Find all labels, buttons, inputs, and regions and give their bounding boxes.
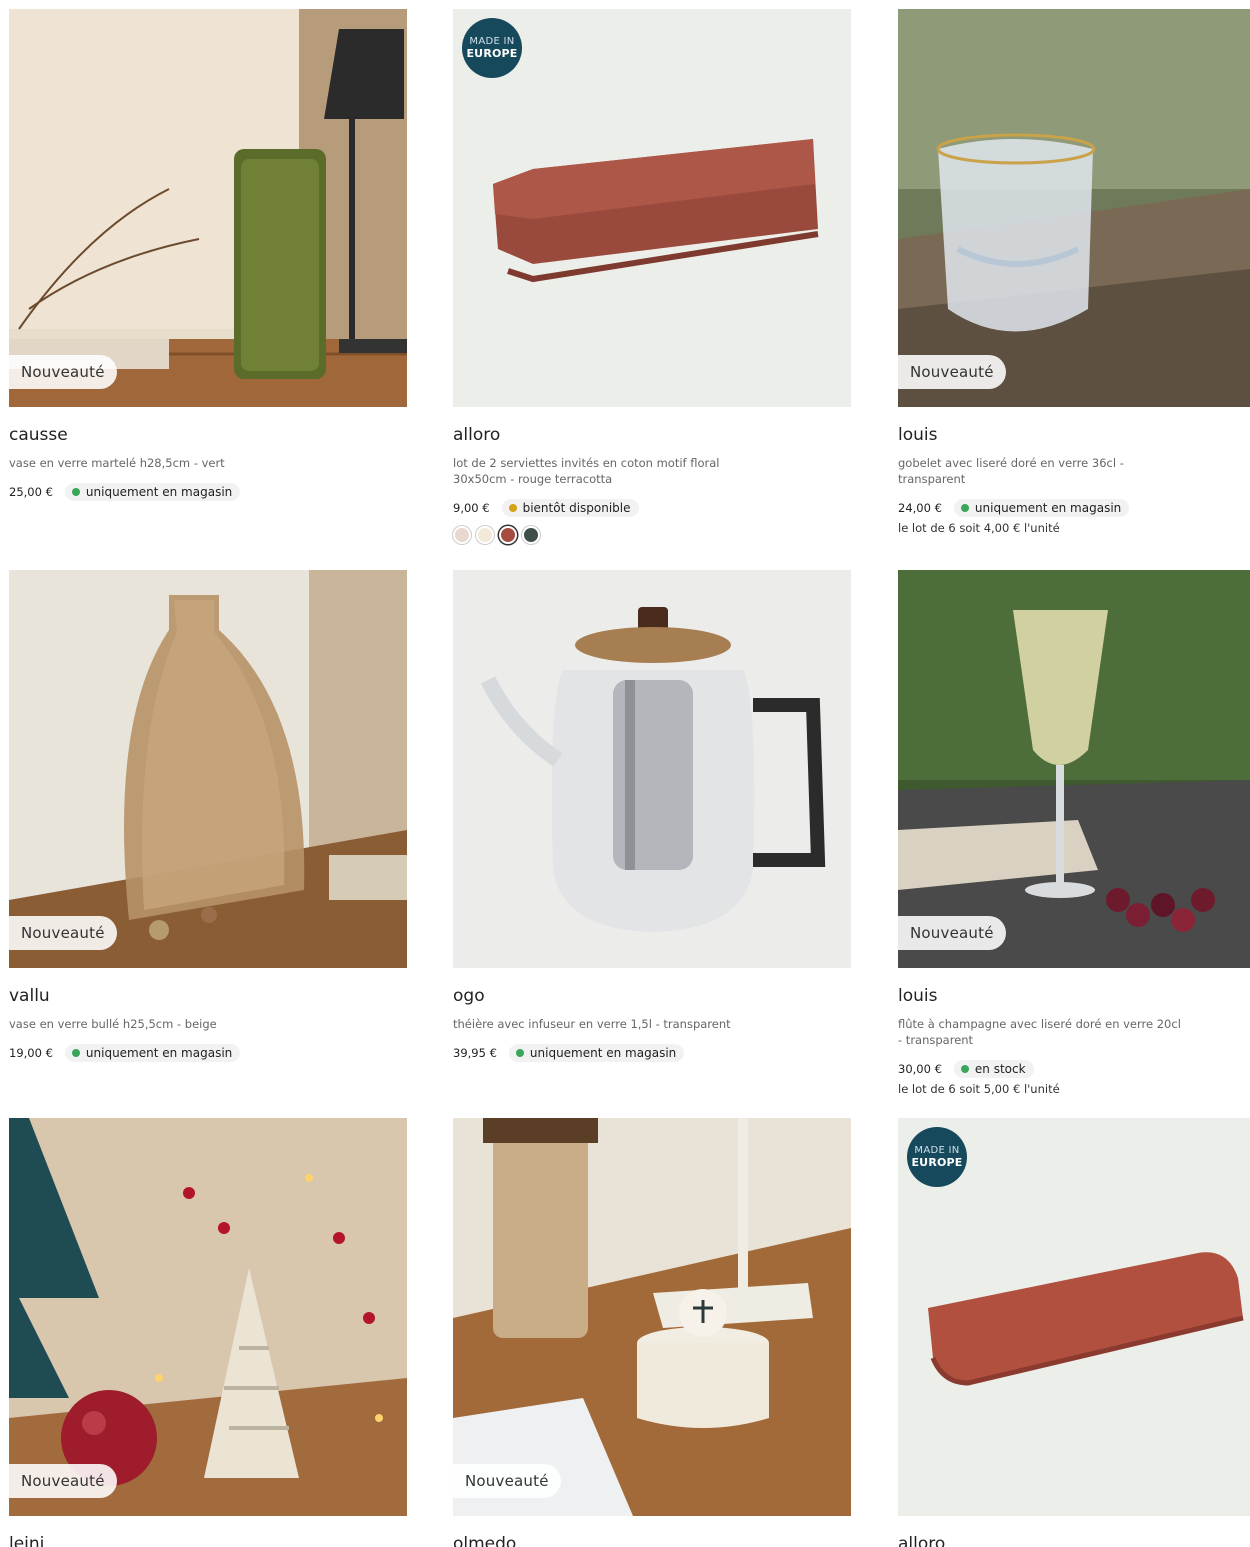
product-card-ogo[interactable]: ogo théière avec infuseur en verre 1,5l … bbox=[453, 570, 851, 1062]
product-grid: Nouveauté causse vase en verre martelé h… bbox=[0, 0, 1250, 1547]
availability-badge: uniquement en magasin bbox=[64, 1044, 241, 1062]
product-card-vallu[interactable]: Nouveauté vallu vase en verre bullé h25,… bbox=[9, 570, 407, 1062]
unit-price-note: le lot de 6 soit 4,00 € l'unité bbox=[898, 521, 1060, 535]
made-in-europe-badge: MADE IN EUROPE bbox=[907, 1127, 967, 1187]
new-badge: Nouveauté bbox=[9, 355, 117, 389]
product-card-leini[interactable]: Nouveauté leini bbox=[9, 1118, 407, 1547]
product-image[interactable]: Nouveauté bbox=[9, 570, 407, 968]
product-price: 24,00 € bbox=[898, 501, 942, 515]
availability-badge: bientôt disponible bbox=[501, 499, 639, 517]
product-description: flûte à champagne avec liseré doré en ve… bbox=[898, 1017, 1181, 1047]
new-badge: Nouveauté bbox=[9, 916, 117, 950]
availability-label: bientôt disponible bbox=[522, 501, 631, 515]
product-image[interactable]: MADE IN EUROPE bbox=[898, 1118, 1250, 1516]
product-image[interactable]: Nouveauté bbox=[9, 1118, 407, 1516]
price-row: 30,00 € en stock bbox=[898, 1060, 1250, 1078]
product-name[interactable]: louis bbox=[898, 425, 1250, 445]
new-badge: Nouveauté bbox=[453, 1464, 561, 1498]
champagne-flute-photo bbox=[898, 570, 1250, 968]
product-image[interactable]: Nouveauté bbox=[9, 9, 407, 407]
product-image[interactable]: MADE IN EUROPE bbox=[453, 9, 851, 407]
product-image[interactable] bbox=[453, 570, 851, 968]
product-name[interactable]: alloro bbox=[453, 425, 851, 445]
made-in-europe-badge: MADE IN EUROPE bbox=[462, 18, 522, 78]
product-card-alloro[interactable]: MADE IN EUROPE alloro lot de 2 serviette… bbox=[453, 9, 851, 544]
unit-price-note: le lot de 6 soit 5,00 € l'unité bbox=[898, 1082, 1060, 1096]
availability-dot-icon bbox=[960, 1065, 969, 1073]
product-name[interactable]: louis bbox=[898, 986, 1250, 1006]
product-price: 30,00 € bbox=[898, 1062, 942, 1076]
christmas-decor-photo bbox=[9, 1118, 407, 1516]
product-price: 25,00 € bbox=[9, 485, 53, 499]
availability-dot-icon bbox=[515, 1049, 524, 1057]
product-image[interactable]: Nouveauté bbox=[453, 1118, 851, 1516]
vase-photo bbox=[9, 9, 407, 407]
swatch-color-3[interactable] bbox=[499, 526, 517, 544]
availability-label: uniquement en magasin bbox=[85, 485, 233, 499]
product-description: lot de 2 serviettes invités en coton mot… bbox=[453, 456, 720, 486]
availability-label: uniquement en magasin bbox=[974, 501, 1122, 515]
availability-badge: uniquement en magasin bbox=[508, 1044, 685, 1062]
product-card-olmedo[interactable]: Nouveauté olmedo bbox=[453, 1118, 851, 1547]
product-description: théière avec infuseur en verre 1,5l - tr… bbox=[453, 1017, 731, 1031]
swatch-color-1[interactable] bbox=[453, 526, 471, 544]
teapot-photo bbox=[453, 570, 851, 968]
availability-badge: uniquement en magasin bbox=[64, 483, 241, 501]
product-name[interactable]: causse bbox=[9, 425, 407, 445]
new-badge: Nouveauté bbox=[9, 1464, 117, 1498]
availability-dot-icon bbox=[71, 1049, 80, 1057]
price-row: 25,00 € uniquement en magasin bbox=[9, 483, 407, 501]
new-badge: Nouveauté bbox=[898, 355, 1006, 389]
availability-label: uniquement en magasin bbox=[529, 1046, 677, 1060]
availability-badge: en stock bbox=[953, 1060, 1034, 1078]
price-row: 19,00 € uniquement en magasin bbox=[9, 1044, 407, 1062]
glass-photo bbox=[898, 9, 1250, 407]
color-swatches bbox=[453, 526, 851, 544]
product-card-louis-flute[interactable]: Nouveauté louis flûte à champagne avec l… bbox=[898, 570, 1250, 1096]
product-description: gobelet avec liseré doré en verre 36cl -… bbox=[898, 456, 1124, 486]
product-price: 19,00 € bbox=[9, 1046, 53, 1060]
product-image[interactable]: Nouveauté bbox=[898, 570, 1250, 968]
jar-photo bbox=[453, 1118, 851, 1516]
availability-dot-icon bbox=[508, 504, 517, 512]
availability-badge: uniquement en magasin bbox=[953, 499, 1130, 517]
vase-photo bbox=[9, 570, 407, 968]
product-name[interactable]: leini bbox=[9, 1534, 407, 1547]
product-image[interactable]: Nouveauté bbox=[898, 9, 1250, 407]
price-row: 24,00 € uniquement en magasin bbox=[898, 499, 1250, 517]
availability-label: uniquement en magasin bbox=[85, 1046, 233, 1060]
product-card-louis-gobelet[interactable]: Nouveauté louis gobelet avec liseré doré… bbox=[898, 9, 1250, 535]
product-name[interactable]: olmedo bbox=[453, 1534, 851, 1547]
product-name[interactable]: alloro bbox=[898, 1534, 1250, 1547]
product-description: vase en verre bullé h25,5cm - beige bbox=[9, 1017, 217, 1031]
product-name[interactable]: ogo bbox=[453, 986, 851, 1006]
availability-label: en stock bbox=[974, 1062, 1026, 1076]
product-card-alloro-2[interactable]: MADE IN EUROPE alloro bbox=[898, 1118, 1250, 1547]
price-row: 39,95 € uniquement en magasin bbox=[453, 1044, 851, 1062]
product-price: 9,00 € bbox=[453, 501, 490, 515]
availability-dot-icon bbox=[71, 488, 80, 496]
swatch-color-4[interactable] bbox=[522, 526, 540, 544]
swatch-color-2[interactable] bbox=[476, 526, 494, 544]
new-badge: Nouveauté bbox=[898, 916, 1006, 950]
availability-dot-icon bbox=[960, 504, 969, 512]
product-price: 39,95 € bbox=[453, 1046, 497, 1060]
product-description: vase en verre martelé h28,5cm - vert bbox=[9, 456, 225, 470]
product-name[interactable]: vallu bbox=[9, 986, 407, 1006]
price-row: 9,00 € bientôt disponible bbox=[453, 499, 851, 517]
product-card-causse[interactable]: Nouveauté causse vase en verre martelé h… bbox=[9, 9, 407, 501]
